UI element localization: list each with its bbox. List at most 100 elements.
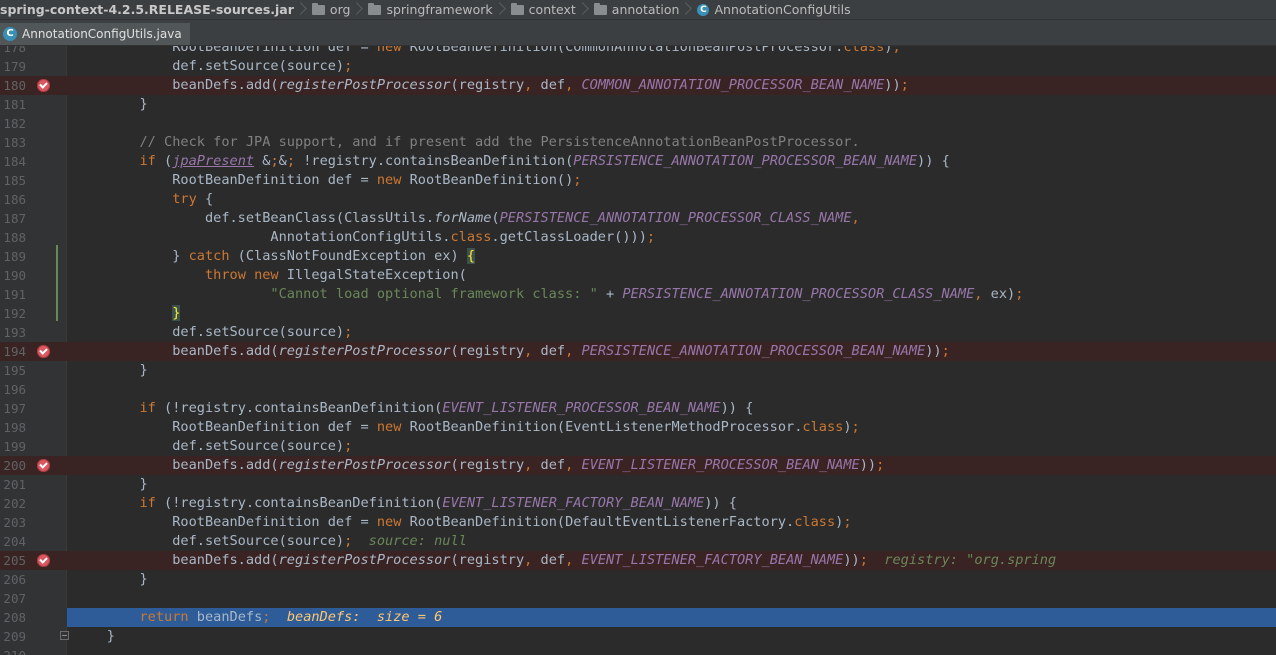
code-text: beanDefs.add(registerPostProcessor(regis…	[74, 552, 1057, 568]
code-line[interactable]: 203 RootBeanDefinition def = new RootBea…	[0, 513, 1276, 532]
breadcrumb-separator	[354, 0, 362, 19]
code-line[interactable]: 196	[0, 380, 1276, 399]
breadcrumb-item-springframework[interactable]: springframework	[362, 0, 496, 19]
line-number[interactable]: 210	[0, 646, 26, 655]
line-number[interactable]: 180	[0, 76, 26, 95]
line-number[interactable]: 191	[0, 285, 26, 304]
code-line[interactable]: 186 try {	[0, 190, 1276, 209]
breakpoint-line[interactable]: 194 beanDefs.add(registerPostProcessor(r…	[0, 342, 1276, 361]
line-number[interactable]: 178	[0, 46, 26, 57]
line-number[interactable]: 194	[0, 342, 26, 361]
breadcrumb-item-annotation[interactable]: annotation	[588, 0, 684, 19]
code-line[interactable]: 188 AnnotationConfigUtils.class.getClass…	[0, 228, 1276, 247]
breakpoint-icon[interactable]	[37, 554, 50, 567]
code-text: }	[74, 476, 148, 492]
line-number[interactable]: 200	[0, 456, 26, 475]
line-number[interactable]: 190	[0, 266, 26, 285]
code-editor[interactable]: 178 RootBeanDefinition def = new RootBea…	[0, 46, 1276, 655]
line-number[interactable]: 202	[0, 494, 26, 513]
code-text: }	[172, 305, 181, 321]
line-number[interactable]: 195	[0, 361, 26, 380]
line-number[interactable]: 207	[0, 589, 26, 608]
inline-debug-value: beanDefs: size = 6	[270, 609, 443, 625]
code-line[interactable]: 191 "Cannot load optional framework clas…	[0, 285, 1276, 304]
breadcrumb-item-jar[interactable]: spring-context-4.2.5.RELEASE-sources.jar	[0, 0, 298, 19]
line-number[interactable]: 198	[0, 418, 26, 437]
line-number[interactable]: 183	[0, 133, 26, 152]
breakpoint-icon[interactable]	[37, 345, 50, 358]
code-text: if (!registry.containsBeanDefinition(EVE…	[139, 400, 754, 416]
code-text: RootBeanDefinition def = new RootBeanDef…	[74, 46, 901, 55]
breakpoint-icon[interactable]	[37, 79, 50, 92]
line-number[interactable]: 184	[0, 152, 26, 171]
line-number[interactable]: 201	[0, 475, 26, 494]
code-text: RootBeanDefinition def = new RootBeanDef…	[74, 172, 582, 188]
code-text: "Cannot load optional framework class: "…	[270, 286, 1024, 302]
breakpoint-line[interactable]: 200 beanDefs.add(registerPostProcessor(r…	[0, 456, 1276, 475]
line-number[interactable]: 187	[0, 209, 26, 228]
line-number[interactable]: 185	[0, 171, 26, 190]
code-line[interactable]: 207	[0, 589, 1276, 608]
tab-annotationconfigutils[interactable]: C AnnotationConfigUtils.java	[0, 23, 190, 45]
code-line[interactable]: 206 }	[0, 570, 1276, 589]
line-number[interactable]: 182	[0, 114, 26, 133]
code-line[interactable]: 201 }	[0, 475, 1276, 494]
line-number[interactable]: 203	[0, 513, 26, 532]
line-number[interactable]: 189	[0, 247, 26, 266]
code-text: beanDefs.add(registerPostProcessor(regis…	[74, 343, 950, 359]
code-text: return beanDefs; beanDefs: size = 6	[139, 609, 443, 625]
changed-lines-marker	[56, 245, 58, 321]
line-number[interactable]: 209	[0, 627, 26, 646]
fold-icon[interactable]	[60, 631, 69, 640]
line-number[interactable]: 199	[0, 437, 26, 456]
editor-tab-bar: C AnnotationConfigUtils.java	[0, 20, 1276, 46]
breadcrumb-item-org[interactable]: org	[306, 0, 355, 19]
breadcrumb-separator	[298, 0, 306, 19]
code-line[interactable]: 204 def.setSource(source); source: null	[0, 532, 1276, 551]
line-number[interactable]: 206	[0, 570, 26, 589]
folder-icon	[510, 2, 524, 15]
code-line[interactable]: 178 RootBeanDefinition def = new RootBea…	[0, 46, 1276, 57]
code-line[interactable]: 193 def.setSource(source);	[0, 323, 1276, 342]
breakpoint-line[interactable]: 180 beanDefs.add(registerPostProcessor(r…	[0, 76, 1276, 95]
code-line[interactable]: 181 }	[0, 95, 1276, 114]
inline-debug-value: registry: "org.spring	[867, 552, 1057, 568]
code-line[interactable]: 195 }	[0, 361, 1276, 380]
code-text: def.setSource(source);	[74, 438, 353, 454]
code-line[interactable]: 185 RootBeanDefinition def = new RootBea…	[0, 171, 1276, 190]
class-icon: C	[3, 27, 17, 41]
code-line[interactable]: 190 throw new IllegalStateException(	[0, 266, 1276, 285]
line-number[interactable]: 196	[0, 380, 26, 399]
breadcrumb: spring-context-4.2.5.RELEASE-sources.jar…	[0, 0, 1276, 20]
code-line[interactable]: 189 } catch (ClassNotFoundException ex) …	[0, 247, 1276, 266]
code-text: RootBeanDefinition def = new RootBeanDef…	[74, 514, 852, 530]
line-number[interactable]: 205	[0, 551, 26, 570]
line-number[interactable]: 193	[0, 323, 26, 342]
line-number[interactable]: 197	[0, 399, 26, 418]
line-number[interactable]: 181	[0, 95, 26, 114]
line-number[interactable]: 188	[0, 228, 26, 247]
code-line[interactable]: 187 def.setBeanClass(ClassUtils.forName(…	[0, 209, 1276, 228]
line-number[interactable]: 179	[0, 57, 26, 76]
code-line[interactable]: 182	[0, 114, 1276, 133]
breakpoint-icon[interactable]	[37, 459, 50, 472]
code-line[interactable]: 210	[0, 646, 1276, 655]
breadcrumb-item-context[interactable]: context	[505, 0, 580, 19]
code-line[interactable]: 192 }	[0, 304, 1276, 323]
line-number[interactable]: 204	[0, 532, 26, 551]
code-line[interactable]: 202 if (!registry.containsBeanDefinition…	[0, 494, 1276, 513]
line-number[interactable]: 192	[0, 304, 26, 323]
code-line[interactable]: 198 RootBeanDefinition def = new RootBea…	[0, 418, 1276, 437]
current-execution-line[interactable]: 208 return beanDefs; beanDefs: size = 6	[67, 608, 1276, 627]
code-line[interactable]: 209 }	[0, 627, 1276, 646]
code-text: try {	[172, 191, 214, 207]
line-number[interactable]: 186	[0, 190, 26, 209]
code-line[interactable]: 199 def.setSource(source);	[0, 437, 1276, 456]
line-number[interactable]: 208	[0, 608, 26, 627]
code-line[interactable]: 183 // Check for JPA support, and if pre…	[0, 133, 1276, 152]
code-line[interactable]: 197 if (!registry.containsBeanDefinition…	[0, 399, 1276, 418]
code-line[interactable]: 184 if (jpaPresent &;&; !registry.contai…	[0, 152, 1276, 171]
breakpoint-line[interactable]: 205 beanDefs.add(registerPostProcessor(r…	[0, 551, 1276, 570]
breadcrumb-item-class[interactable]: C AnnotationConfigUtils	[691, 0, 854, 19]
code-line[interactable]: 179 def.setSource(source);	[0, 57, 1276, 76]
